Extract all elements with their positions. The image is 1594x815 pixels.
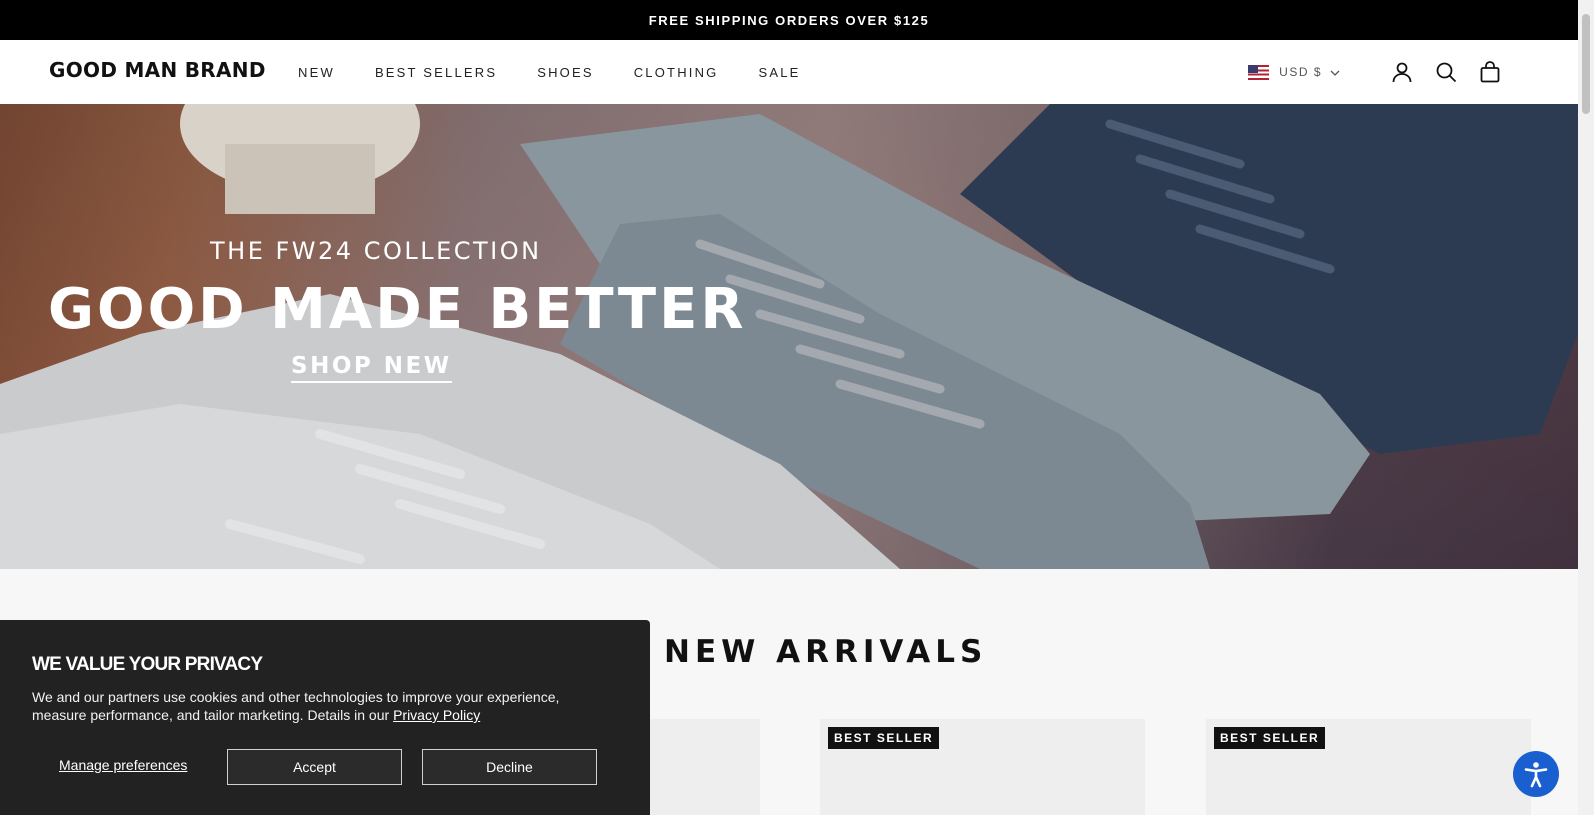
privacy-banner: WE VALUE YOUR PRIVACY We and our partner… xyxy=(0,620,650,815)
accessibility-button[interactable] xyxy=(1513,751,1559,797)
privacy-policy-link[interactable]: Privacy Policy xyxy=(393,707,480,723)
nav-item-sale[interactable]: SALE xyxy=(759,65,801,80)
nav-item-shoes[interactable]: SHOES xyxy=(537,65,594,80)
manage-preferences-link[interactable]: Manage preferences xyxy=(59,757,187,773)
shop-new-link[interactable]: SHOP NEW xyxy=(291,353,452,383)
new-arrivals-heading: NEW ARRIVALS xyxy=(664,634,988,670)
product-card[interactable]: BEST SELLER xyxy=(1206,719,1531,815)
product-card[interactable]: BEST SELLER xyxy=(820,719,1145,815)
hero-title: GOOD MADE BETTER xyxy=(48,277,747,342)
hero-eyebrow: THE FW24 COLLECTION xyxy=(210,237,542,265)
us-flag-icon xyxy=(1248,64,1270,80)
decline-button[interactable]: Decline xyxy=(422,749,597,785)
main-nav: NEW BEST SELLERS SHOES CLOTHING SALE xyxy=(298,40,841,104)
accessibility-icon xyxy=(1524,762,1548,788)
privacy-title: WE VALUE YOUR PRIVACY xyxy=(32,654,263,675)
accept-button[interactable]: Accept xyxy=(227,749,402,785)
privacy-body: We and our partners use cookies and othe… xyxy=(32,688,612,724)
currency-selector[interactable]: USD $ xyxy=(1248,64,1340,80)
cart-icon[interactable] xyxy=(1478,60,1502,84)
scrollbar-thumb[interactable] xyxy=(1582,14,1590,114)
privacy-body-text: We and our partners use cookies and othe… xyxy=(32,689,560,723)
header-actions: USD $ xyxy=(1248,40,1502,104)
best-seller-badge: BEST SELLER xyxy=(828,727,940,749)
announcement-text: FREE SHIPPING ORDERS OVER $125 xyxy=(648,12,930,28)
search-icon[interactable] xyxy=(1434,60,1458,84)
account-icon[interactable] xyxy=(1390,60,1414,84)
hero-banner[interactable]: THE FW24 COLLECTION GOOD MADE BETTER SHO… xyxy=(0,104,1578,569)
nav-item-best-sellers[interactable]: BEST SELLERS xyxy=(375,65,497,80)
announcement-bar: FREE SHIPPING ORDERS OVER $125 xyxy=(0,0,1578,40)
page-scrollbar[interactable] xyxy=(1578,0,1594,815)
brand-logo[interactable]: GOOD MAN BRAND xyxy=(49,58,266,82)
site-header: GOOD MAN BRAND NEW BEST SELLERS SHOES CL… xyxy=(0,40,1578,104)
nav-item-clothing[interactable]: CLOTHING xyxy=(634,65,719,80)
chevron-down-icon xyxy=(1330,65,1340,79)
best-seller-badge: BEST SELLER xyxy=(1214,727,1326,749)
currency-label: USD $ xyxy=(1279,65,1322,79)
nav-item-new[interactable]: NEW xyxy=(298,65,335,80)
